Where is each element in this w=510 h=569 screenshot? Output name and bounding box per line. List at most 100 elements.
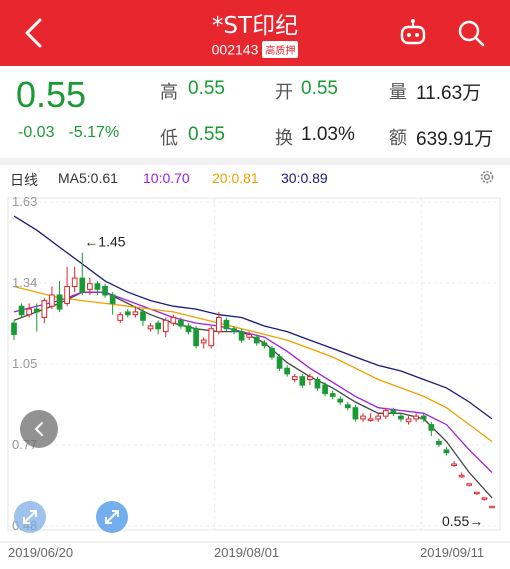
ma10-legend: 10:0.70 [143, 170, 190, 186]
candle-body [18, 305, 25, 316]
candle-body [117, 314, 124, 321]
candle-body [337, 398, 344, 403]
candle-body [124, 311, 131, 316]
last-price-annotation: 0.55→ [442, 513, 483, 529]
candle-body [162, 319, 169, 333]
ma-legend: 日线 MA5:0.61 10:0.70 20:0.81 30:0.89 [0, 166, 510, 190]
candle-body [405, 418, 412, 423]
candle-body [155, 322, 162, 330]
volume-label: 量 [389, 82, 407, 103]
candle-body [223, 319, 230, 330]
candle-body [132, 311, 139, 316]
candle-body [473, 491, 480, 495]
axis-labels: 1.631.341.050.770.482019/06/202019/08/01… [0, 194, 510, 560]
candle-body [284, 367, 290, 375]
candle-body [64, 286, 70, 304]
candle-body [322, 384, 328, 395]
candle-body [269, 348, 275, 358]
candle-body [314, 378, 321, 389]
candle-body [178, 319, 184, 327]
expand-icon [105, 510, 119, 524]
candle-body [208, 328, 215, 347]
candle-body [458, 474, 465, 478]
candle-body [329, 393, 336, 397]
candle-body [33, 308, 40, 313]
candle-body [344, 404, 351, 409]
candle-body [451, 463, 457, 467]
collapse-panel-button[interactable] [20, 410, 58, 448]
fullscreen-button[interactable] [96, 501, 128, 533]
quote-panel: 0.55 -0.03 -5.17% 高 0.55 开 0.55 量 11.63万 … [0, 66, 510, 158]
section-divider [0, 158, 510, 165]
candle-body [216, 317, 222, 333]
open-value: 0.55 [301, 78, 338, 99]
stock-code-row: 002143 高质押 [0, 40, 510, 58]
y-tick-label: 1.34 [12, 275, 37, 290]
settings-gear-icon[interactable] [478, 168, 496, 186]
turnover-value: 1.03% [301, 124, 355, 145]
candle-body [49, 294, 55, 307]
candle-body [11, 322, 17, 335]
candle-body [413, 415, 419, 420]
low-label: 低 [160, 128, 178, 149]
candle-body [200, 339, 207, 344]
high-value: 0.55 [188, 78, 225, 99]
price-change: -0.03 [18, 124, 55, 141]
candle-body [352, 407, 359, 420]
candle-body [390, 409, 397, 414]
candle-body [56, 294, 63, 310]
candle-body [109, 294, 116, 304]
candle-body [276, 356, 283, 369]
candle-body [238, 331, 245, 341]
chart-grid [7, 197, 501, 531]
stock-name: *ST印纪 [211, 13, 299, 39]
candle-body [375, 415, 382, 420]
candle-body [147, 325, 154, 330]
last-price: 0.55 [16, 74, 87, 115]
y-tick-label: 1.63 [12, 194, 37, 209]
candle-body [71, 277, 78, 288]
fullscreen-button-left[interactable] [14, 501, 46, 533]
price-change-row: -0.03 -5.17% [18, 124, 133, 142]
candle-body [299, 376, 306, 386]
candle-body [246, 333, 253, 338]
period-label[interactable]: 日线 [10, 170, 38, 190]
open-label: 开 [275, 82, 293, 103]
turnover-label: 换 [275, 128, 293, 149]
candle-body [87, 283, 93, 290]
candle-body [231, 328, 237, 333]
candle-body [481, 497, 488, 500]
robot-assistant-icon[interactable] [398, 18, 428, 48]
candle-body [420, 415, 427, 420]
high-label: 高 [160, 82, 178, 103]
candle-body [170, 317, 177, 324]
amount-label: 额 [389, 128, 407, 149]
candle-body [41, 300, 48, 319]
candle-body [466, 483, 473, 486]
max-price-annotation: ←1.45 [84, 234, 125, 250]
candle-body [253, 336, 260, 344]
candle-body [307, 376, 313, 380]
ma5-legend: MA5:0.61 [58, 170, 118, 186]
search-icon[interactable] [456, 18, 486, 48]
price-change-percent: -5.17% [68, 124, 120, 141]
amount-value: 639.91万 [416, 129, 494, 150]
top-bar: *ST印纪 002143 高质押 [0, 0, 510, 66]
candlesticks [11, 252, 495, 509]
candle-body [291, 376, 298, 380]
candle-body [185, 325, 192, 333]
candle-body [360, 415, 366, 420]
candle-body [367, 418, 374, 421]
y-tick-label: 1.05 [12, 356, 37, 371]
x-tick-label: 2019/09/11 [420, 545, 484, 560]
ma30-legend: 30:0.89 [281, 170, 328, 186]
candle-body [193, 328, 199, 347]
ma20-legend: 20:0.81 [212, 170, 259, 186]
candle-body [94, 283, 101, 290]
x-tick-label: 2019/08/01 [214, 545, 279, 560]
low-value: 0.55 [188, 124, 225, 145]
candle-body [428, 424, 435, 431]
expand-icon [23, 510, 37, 524]
kline-chart[interactable]: 1.631.341.050.770.482019/06/202019/08/01… [0, 188, 510, 569]
candle-body [79, 277, 86, 293]
